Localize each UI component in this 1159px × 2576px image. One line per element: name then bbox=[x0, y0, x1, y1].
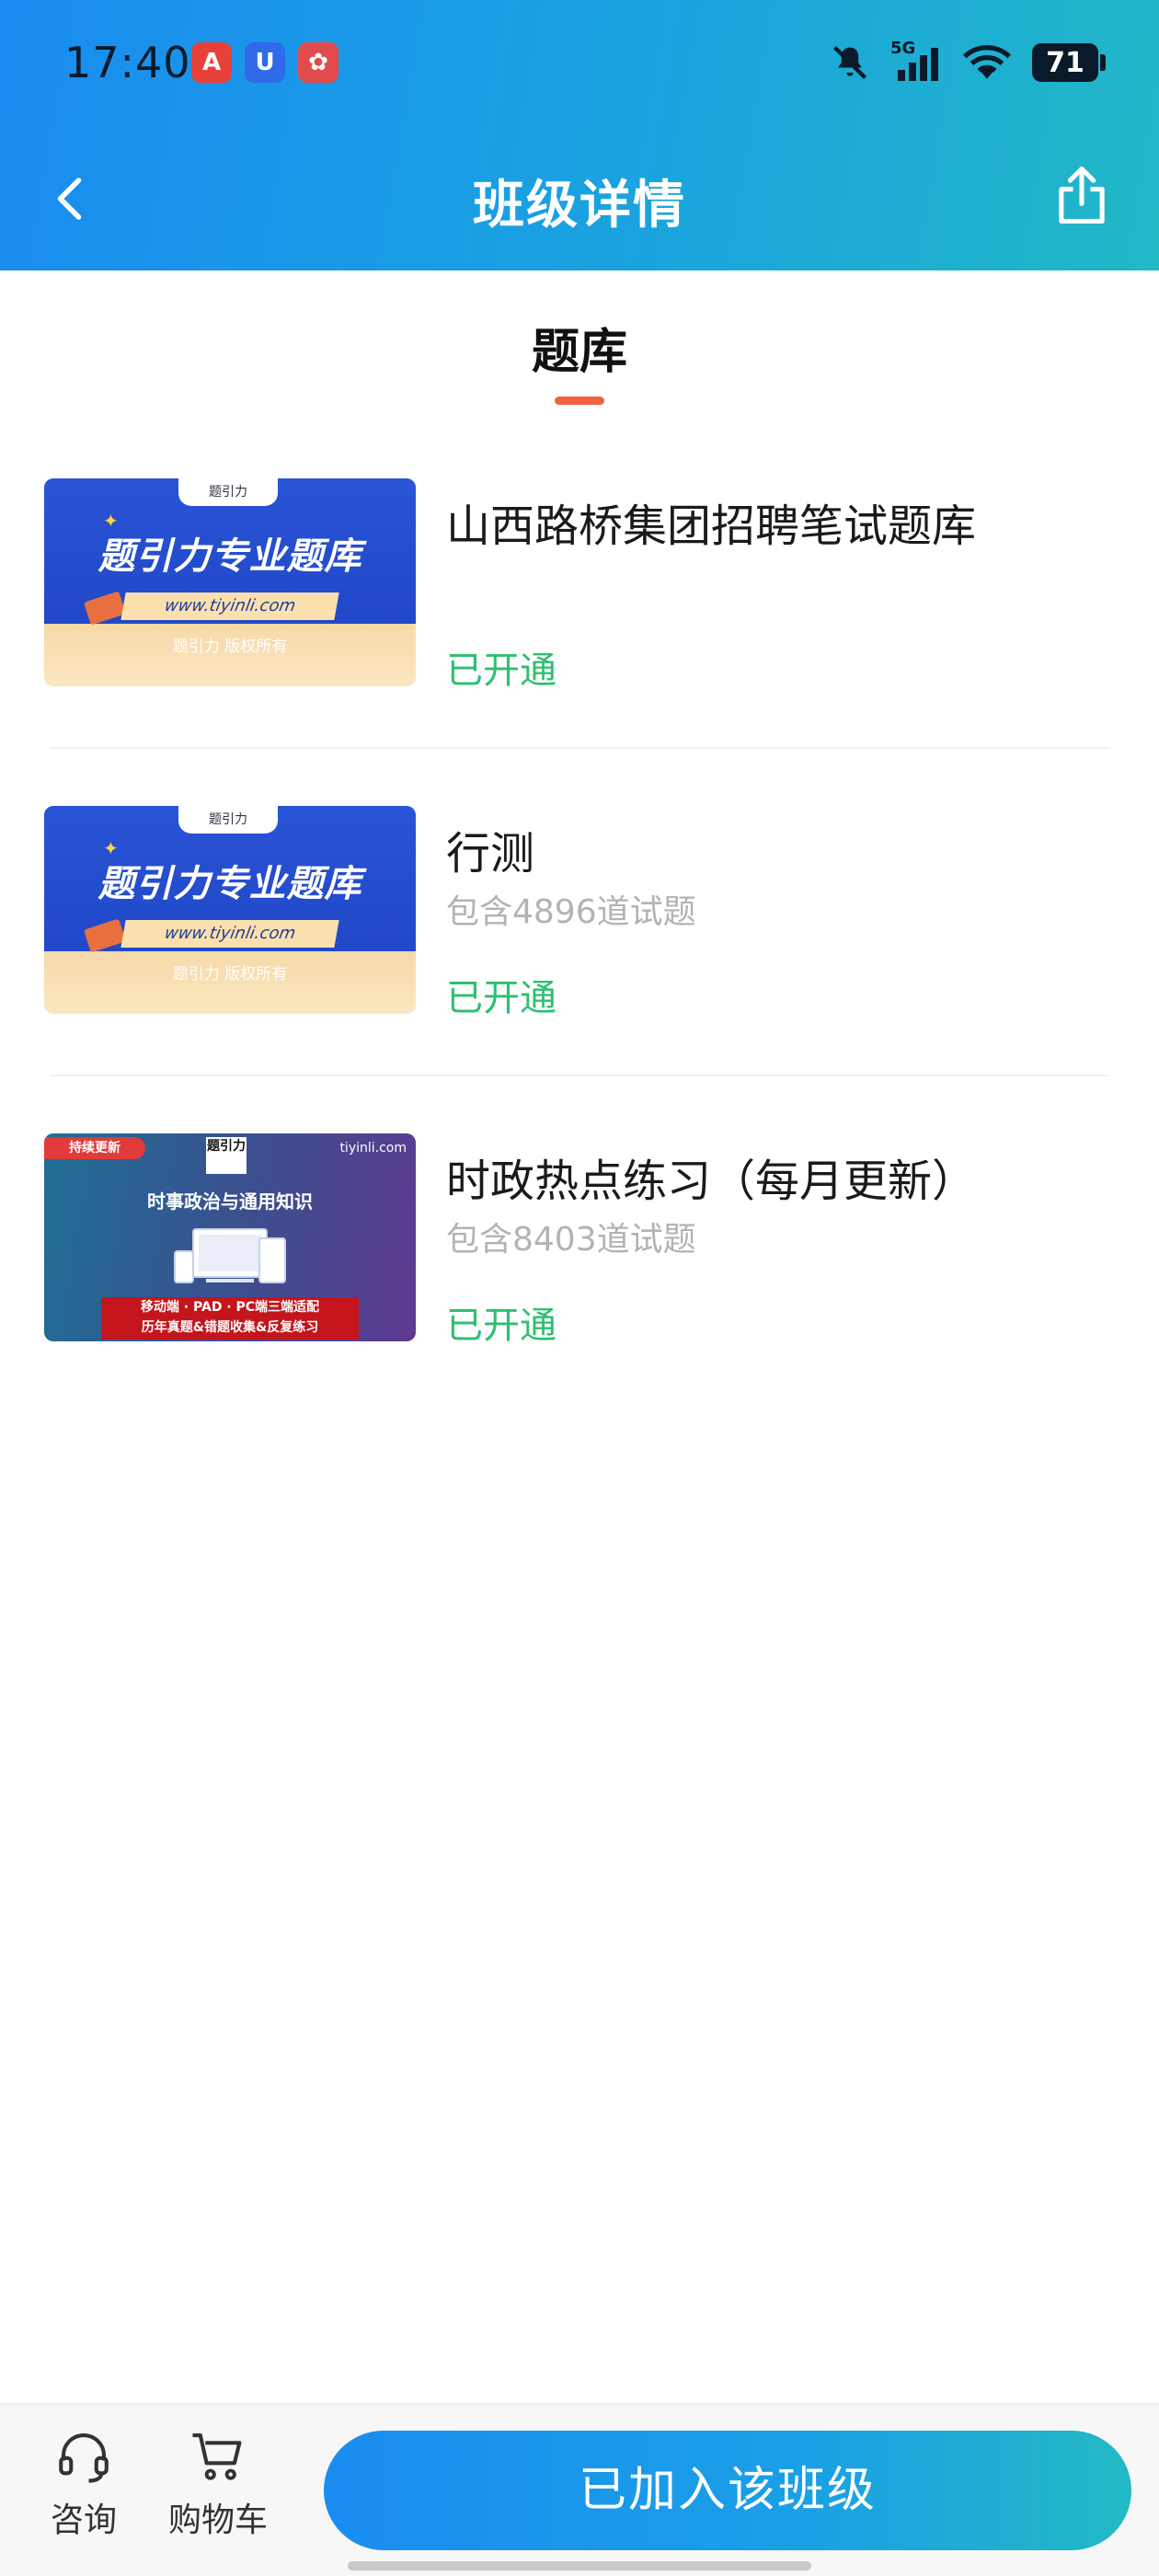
signal-5g-icon: 5G bbox=[890, 39, 942, 83]
item-title: 时政热点练习（每月更新） bbox=[446, 1156, 977, 1207]
page-title: 班级详情 bbox=[473, 176, 686, 236]
home-indicator[interactable] bbox=[348, 2561, 811, 2570]
thumb-headline: 题引力专业题库 bbox=[98, 535, 362, 578]
app-red-pattern-icon: ✿ bbox=[298, 42, 339, 83]
item-status: 已开通 bbox=[446, 650, 557, 692]
thumb-tab-label: 题引力 bbox=[178, 806, 278, 834]
headset-icon bbox=[59, 2432, 109, 2483]
item-status: 已开通 bbox=[446, 1305, 557, 1347]
joined-class-button[interactable]: 已加入该班级 bbox=[324, 2431, 1131, 2550]
item-title: 山西路桥集团招聘笔试题库 bbox=[446, 500, 977, 552]
item-thumbnail: 题引力 ✦ 题引力专业题库 www.tiyinli.com 题引力 版权所有 bbox=[44, 806, 416, 1014]
bottom-bar: 咨询 购物车 已加入该班级 bbox=[0, 2403, 1159, 2576]
page: 17:40 A U ✿ 5G 71 班级详情 题库 题引力 ✦ 题引力专业题库 … bbox=[0, 0, 1159, 2576]
thumb-site: tiyinli.com bbox=[339, 1141, 407, 1156]
devices-icon bbox=[174, 1228, 286, 1283]
book-icon bbox=[83, 918, 127, 953]
item-thumbnail: 持续更新 题引力 tiyinli.com 时事政治与通用知识 移动端 · PAD… bbox=[44, 1133, 416, 1341]
list-item[interactable]: 题引力 ✦ 题引力专业题库 www.tiyinli.com 题引力 版权所有 山… bbox=[0, 478, 1159, 806]
thumb-url: www.tiyinli.com bbox=[120, 592, 339, 620]
divider bbox=[50, 1075, 1109, 1076]
thumb-bar-line1: 移动端 · PAD · PC端三端适配 bbox=[140, 1300, 320, 1315]
item-question-count: 包含4896道试题 bbox=[446, 893, 696, 931]
section-title: 题库 bbox=[531, 325, 627, 380]
list-item[interactable]: 题引力 ✦ 题引力专业题库 www.tiyinli.com 题引力 版权所有 行… bbox=[0, 806, 1159, 1133]
thumb-url: www.tiyinli.com bbox=[120, 920, 339, 948]
status-app-icons: A U ✿ bbox=[191, 42, 339, 83]
item-question-count: 包含8403道试题 bbox=[446, 1221, 696, 1259]
thumb-badge: 持续更新 bbox=[44, 1137, 145, 1159]
thumb-headline: 时事政治与通用知识 bbox=[147, 1190, 313, 1213]
list-item[interactable]: 持续更新 题引力 tiyinli.com 时事政治与通用知识 移动端 · PAD… bbox=[0, 1133, 1159, 1461]
book-icon bbox=[83, 591, 127, 626]
status-bar: 17:40 A U ✿ 5G 71 bbox=[0, 0, 1159, 125]
bell-muted-icon bbox=[832, 45, 867, 80]
thumb-copyright: 题引力 版权所有 bbox=[172, 965, 288, 983]
cart-icon bbox=[192, 2432, 242, 2480]
wifi-icon bbox=[962, 45, 1012, 79]
divider bbox=[50, 747, 1109, 749]
thumb-headline: 题引力专业题库 bbox=[98, 863, 362, 905]
item-status: 已开通 bbox=[446, 977, 557, 1019]
nav-bar: 班级详情 bbox=[0, 147, 1159, 248]
consult-label: 咨询 bbox=[50, 2501, 117, 2539]
status-time: 17:40 bbox=[64, 38, 191, 87]
thumb-tab-label: 题引力 bbox=[178, 478, 278, 506]
share-icon bbox=[1059, 166, 1105, 224]
status-indicators: 5G 71 bbox=[830, 37, 1106, 88]
section-underline bbox=[555, 397, 604, 405]
thumb-bar-line2: 历年真题&错题收集&反复练习 bbox=[141, 1320, 319, 1335]
item-thumbnail: 题引力 ✦ 题引力专业题库 www.tiyinli.com 题引力 版权所有 bbox=[44, 478, 416, 686]
section-tab[interactable]: 题库 bbox=[0, 313, 1159, 405]
cart-label: 购物车 bbox=[167, 2501, 268, 2539]
thumb-copyright: 题引力 版权所有 bbox=[172, 638, 288, 656]
cart-button[interactable]: 购物车 bbox=[158, 2425, 278, 2541]
share-button[interactable] bbox=[1047, 160, 1117, 230]
item-title: 行测 bbox=[446, 828, 535, 880]
thumb-feature-bar: 移动端 · PAD · PC端三端适配 历年真题&错题收集&反复练习 bbox=[101, 1297, 359, 1340]
app-red-a-icon: A bbox=[191, 42, 232, 83]
consult-button[interactable]: 咨询 bbox=[24, 2425, 143, 2541]
app-blue-shield-icon: U bbox=[245, 42, 285, 83]
thumb-logo: 题引力 bbox=[206, 1137, 247, 1174]
battery-icon: 71 bbox=[1032, 43, 1106, 82]
header: 17:40 A U ✿ 5G 71 班级详情 bbox=[0, 0, 1159, 270]
question-bank-list: 题引力 ✦ 题引力专业题库 www.tiyinli.com 题引力 版权所有 山… bbox=[0, 478, 1159, 1461]
